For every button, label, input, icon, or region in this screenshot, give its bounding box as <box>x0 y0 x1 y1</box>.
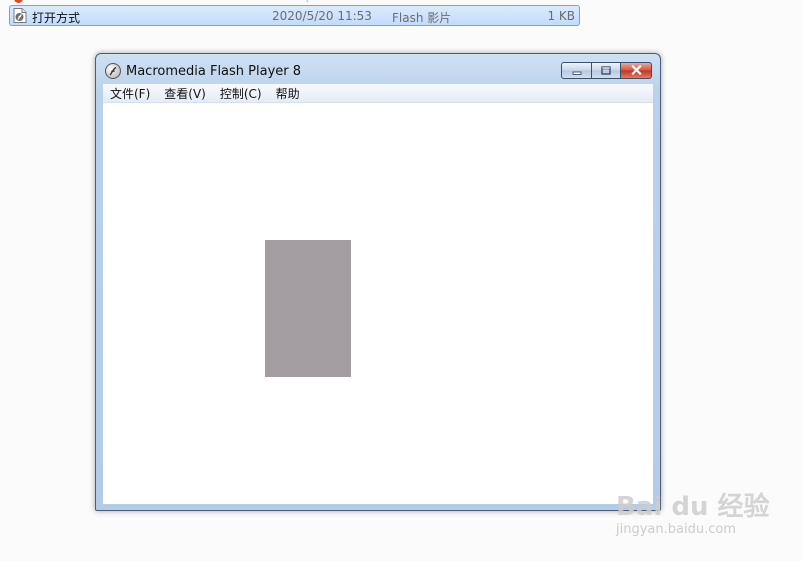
file-type: Flash 影片 <box>392 11 452 25</box>
close-button[interactable] <box>621 62 652 79</box>
window-title: Macromedia Flash Player 8 <box>126 64 302 79</box>
menu-control[interactable]: 控制(C) <box>213 85 269 102</box>
close-icon <box>630 64 642 78</box>
stage-rectangle-shape <box>265 240 351 377</box>
file-name: 打开方式 <box>32 11 81 25</box>
file-size: 1 KB <box>547 9 575 23</box>
flash-player-window: Macromedia Flash Player 8 文件(F) 查看(V) 控制… <box>95 53 661 511</box>
flash-file-icon <box>13 8 27 23</box>
minimize-icon <box>572 64 582 78</box>
menu-view[interactable]: 查看(V) <box>157 85 213 102</box>
maximize-icon <box>601 64 611 78</box>
maximize-button[interactable] <box>592 62 621 79</box>
flash-player-icon[interactable] <box>105 63 121 79</box>
menu-help[interactable]: 帮助 <box>269 85 307 102</box>
minimize-button[interactable] <box>561 62 592 79</box>
partial-red-icon <box>14 0 23 3</box>
partial-text: ( <box>305 0 309 4</box>
title-bar[interactable]: Macromedia Flash Player 8 <box>96 54 660 86</box>
file-modified-date: 2020/5/20 11:53 <box>272 9 372 23</box>
caption-buttons <box>561 62 652 81</box>
menu-file[interactable]: 文件(F) <box>103 85 157 102</box>
file-row-selected[interactable]: 打开方式 2020/5/20 11:53 Flash 影片 1 KB <box>9 5 580 26</box>
menu-bar: 文件(F) 查看(V) 控制(C) 帮助 <box>103 84 653 102</box>
watermark-url: jingyan.baidu.com <box>616 522 736 537</box>
flash-stage[interactable] <box>103 102 653 504</box>
